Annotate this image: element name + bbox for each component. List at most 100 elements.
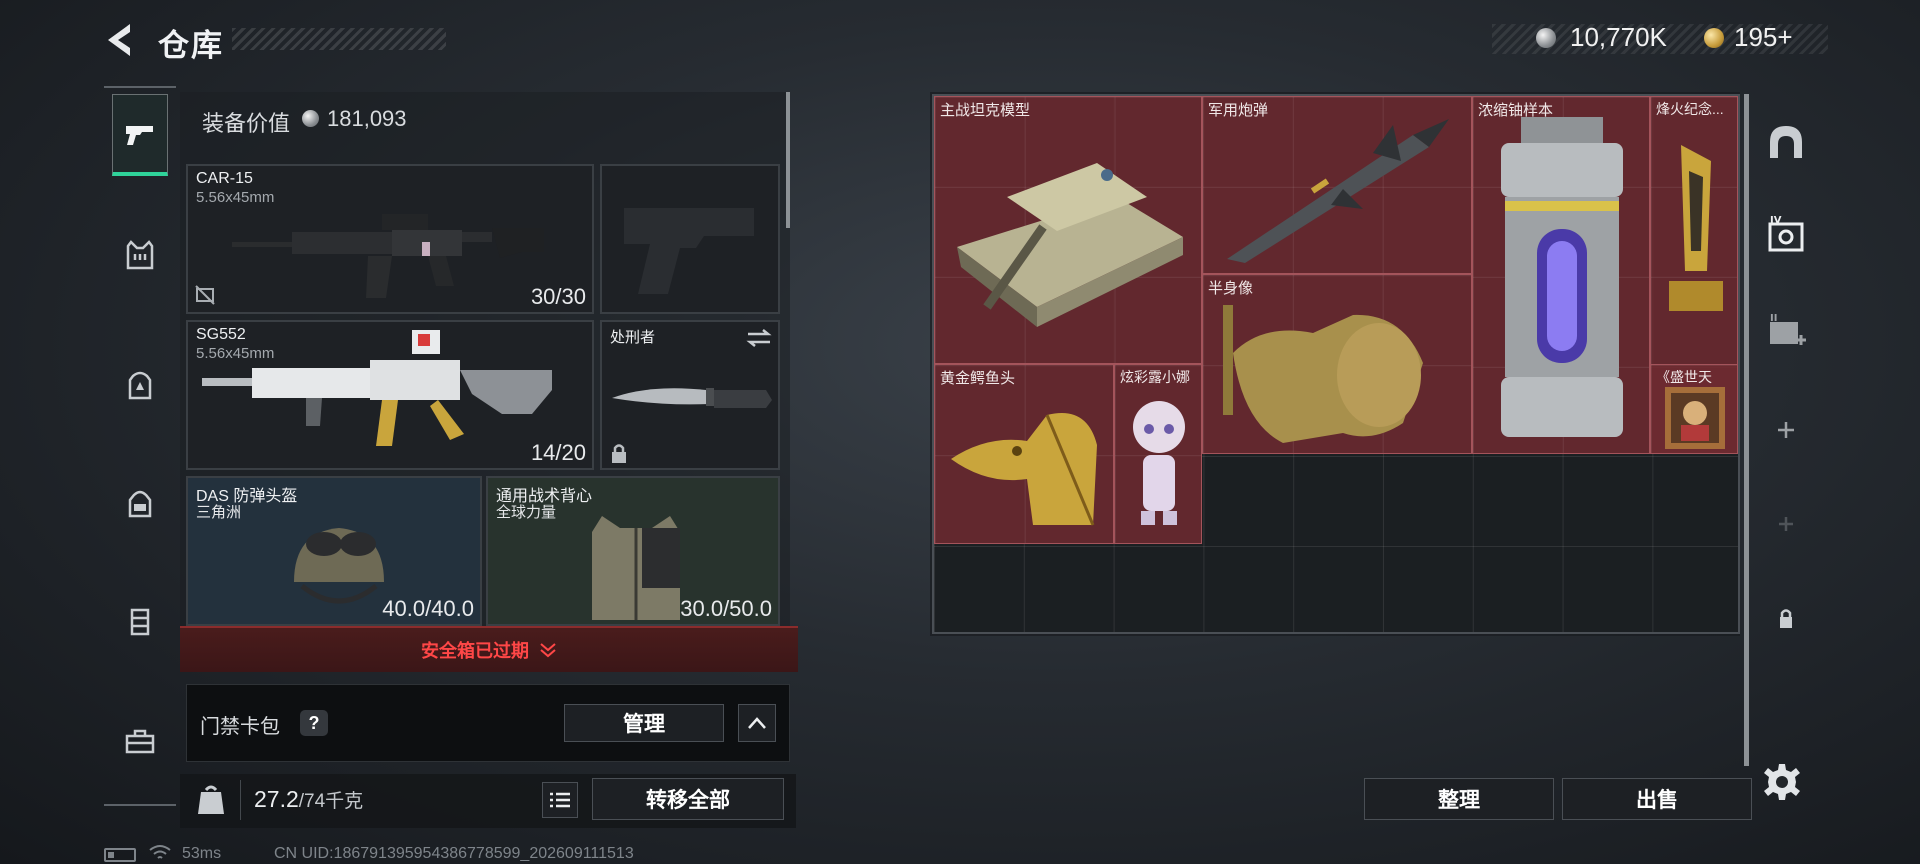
tab-container-iv[interactable]: IV: [1752, 204, 1820, 264]
wifi-icon: [149, 845, 171, 859]
uid-text: CN UID:186791395954386778599_20260911151…: [274, 845, 634, 862]
item-tank-model[interactable]: 主战坦克模型: [934, 96, 1202, 364]
transfer-all-button[interactable]: 转移全部: [592, 778, 784, 820]
toolbox-icon: [125, 729, 155, 754]
chevron-up-icon: [748, 717, 766, 729]
safebox-expired-bar[interactable]: 安全箱已过期: [180, 626, 798, 672]
left-tab-rail: [104, 86, 176, 806]
trophy-icon: [1669, 145, 1723, 311]
plus-icon: [1778, 422, 1794, 438]
slot-primary-weapon[interactable]: CAR-15 5.56x45mm 30/30: [186, 164, 594, 314]
vest-durability: 30.0/50.0: [680, 596, 772, 621]
vest-sub: 全球力量: [496, 504, 557, 521]
rail-divider-bottom: [104, 804, 176, 806]
lock-small-icon: [1780, 609, 1792, 628]
weight-divider: [240, 780, 241, 820]
pistol-placeholder-icon: [624, 208, 754, 294]
backpack-icon: [128, 371, 152, 400]
right-tab-rail: IV II: [1752, 92, 1820, 832]
weight-icon: [198, 785, 224, 814]
list-view-button[interactable]: [542, 782, 578, 818]
gear-icon[interactable]: [1762, 762, 1802, 802]
no-mod-icon: [195, 285, 215, 305]
tab-add-container-disabled[interactable]: [1752, 494, 1820, 554]
tab-backpack-alert[interactable]: [112, 344, 168, 426]
bag-icon: [128, 490, 152, 518]
tab-add-container[interactable]: [1752, 400, 1820, 460]
item-bust[interactable]: 半身像: [1202, 274, 1472, 454]
storage-scrollbar[interactable]: [1744, 94, 1749, 766]
value-coin-icon: [302, 110, 319, 127]
helmet-durability: 40.0/40.0: [382, 596, 474, 621]
bust-icon: [1223, 305, 1423, 443]
plus-faint-icon: [1779, 517, 1793, 531]
help-button[interactable]: ?: [300, 710, 328, 736]
card-art-icon: [1665, 387, 1725, 449]
silver-coin-icon: [1536, 28, 1556, 48]
gold-amount[interactable]: 195+: [1734, 22, 1793, 53]
weight-current: 27.2: [254, 786, 299, 812]
svg-text:IV: IV: [1770, 215, 1782, 226]
figure-icon: [1133, 401, 1185, 525]
gold-croc-icon: [951, 413, 1097, 526]
tab-backpack[interactable]: [112, 462, 168, 544]
card-pack-label: 门禁卡包: [200, 716, 280, 738]
item-name: 主战坦克模型: [940, 102, 1031, 119]
ammo-count: 14/20: [530, 440, 586, 465]
title-decoration: [232, 28, 446, 50]
safe-iv-icon: IV: [1768, 215, 1804, 252]
tab-container-arch[interactable]: [1752, 112, 1820, 172]
tab-chest-rig[interactable]: [112, 580, 168, 662]
item-golden-croc-head[interactable]: 黄金鳄鱼头: [934, 364, 1114, 544]
vest-icon: [126, 240, 154, 270]
sell-button[interactable]: 出售: [1562, 778, 1752, 820]
item-name: 炫彩露小娜: [1120, 369, 1190, 385]
silver-amount: 10,770K: [1570, 22, 1667, 52]
slot-pistol-empty[interactable]: [600, 164, 780, 314]
safe-ii-add-icon: II: [1770, 313, 1806, 345]
tab-toolbox[interactable]: [112, 700, 168, 782]
item-uranium-sample[interactable]: 浓缩铀样本: [1472, 96, 1650, 454]
ammo-count: 30/30: [530, 284, 586, 309]
equipment-value-label: 装备价值: [202, 111, 291, 136]
item-name: 烽火纪念...: [1656, 101, 1724, 117]
slot-secondary-weapon[interactable]: SG552 5.56x45mm 14/20: [186, 320, 594, 470]
missile-icon: [1227, 119, 1449, 263]
tab-vest[interactable]: [112, 214, 168, 296]
manage-button[interactable]: 管理: [564, 704, 724, 742]
tab-weapons[interactable]: [112, 94, 168, 176]
slot-helmet[interactable]: DAS 防弹头盔 三角洲 40.0/40.0: [186, 476, 482, 626]
item-military-shell[interactable]: 军用炮弹: [1202, 96, 1472, 274]
item-prosperity-card[interactable]: 《盛世天: [1650, 364, 1738, 454]
slot-vest[interactable]: 通用战术背心 全球力量 30.0/50.0: [486, 476, 780, 626]
loadout-scrollbar[interactable]: [786, 92, 790, 228]
knife-icon: [612, 388, 772, 408]
lock-icon: [612, 444, 626, 463]
weight-readout: 27.2/74千克: [254, 786, 363, 813]
safebox-expired-text: 安全箱已过期: [421, 641, 529, 661]
tank-model-icon: [957, 163, 1183, 327]
collapse-button[interactable]: [738, 704, 776, 742]
helmet-sub: 三角洲: [196, 504, 242, 521]
svg-text:II: II: [1770, 313, 1777, 324]
melee-name: 处刑者: [610, 329, 656, 346]
tab-container-ii-add[interactable]: II: [1752, 300, 1820, 360]
item-name: 《盛世天: [1656, 369, 1712, 385]
slot-melee[interactable]: 处刑者: [600, 320, 780, 470]
ping-text: 53ms: [182, 845, 222, 862]
page-title: 仓库: [158, 28, 224, 63]
swap-icon[interactable]: [746, 328, 772, 348]
arch-icon: [1770, 126, 1802, 158]
rifle-icon: [232, 214, 544, 298]
uranium-canister-icon: [1501, 117, 1623, 437]
back-arrow-icon[interactable]: [104, 22, 134, 58]
sort-button[interactable]: 整理: [1364, 778, 1554, 820]
pistol-icon: [126, 125, 153, 145]
gold-coin-icon: [1704, 28, 1724, 48]
vest-armor-icon: [592, 516, 680, 620]
battery-icon: [104, 848, 136, 862]
item-colorful-figure[interactable]: 炫彩露小娜: [1114, 364, 1202, 544]
tab-locked-container[interactable]: [1752, 588, 1820, 648]
weight-max: /74千克: [298, 791, 364, 812]
equipment-value-amount: 181,093: [327, 106, 407, 131]
